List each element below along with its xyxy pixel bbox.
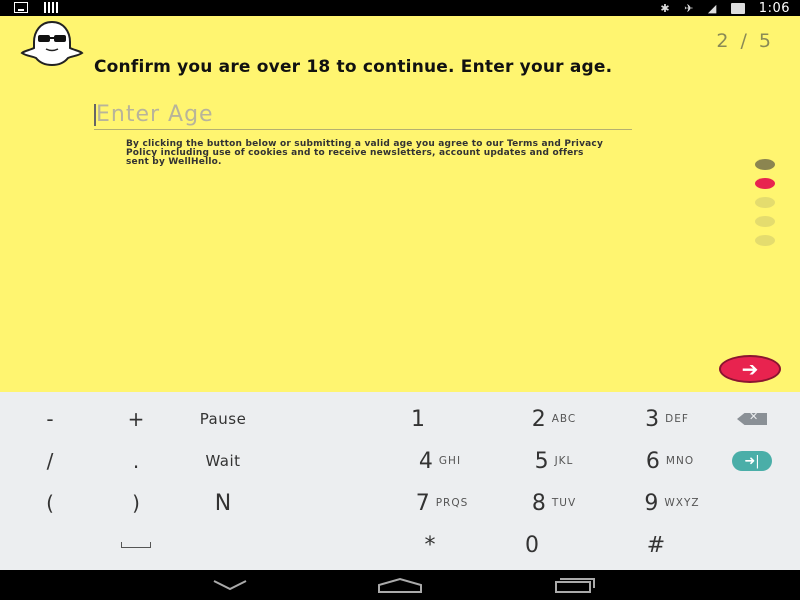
key-asterisk[interactable]: * xyxy=(380,525,480,565)
progress-dot-5 xyxy=(755,235,775,246)
clock: 1:06 xyxy=(758,0,790,16)
arrow-right-icon: ➔ xyxy=(741,358,759,381)
key-9[interactable]: 9 WXYZ xyxy=(622,483,722,523)
mute-icon: ✈ xyxy=(684,2,694,15)
next-button[interactable]: ➔ xyxy=(719,355,781,383)
key-pause[interactable]: Pause xyxy=(173,399,273,439)
bluetooth-icon: ✱ xyxy=(660,2,671,15)
key-open-paren[interactable]: ( xyxy=(0,483,100,523)
text-cursor xyxy=(94,104,96,126)
recents-button[interactable] xyxy=(542,575,602,595)
signal-bars-icon xyxy=(44,2,60,13)
wifi-icon: ◢ xyxy=(707,2,717,15)
key-hash[interactable]: # xyxy=(606,525,706,565)
progress-dot-2 xyxy=(755,178,775,189)
key-4[interactable]: 4 GHI xyxy=(390,441,490,481)
navigation-bar xyxy=(0,570,800,600)
key-minus[interactable]: - xyxy=(0,399,100,439)
home-button[interactable] xyxy=(370,575,430,595)
recents-icon xyxy=(555,578,595,593)
status-bar: ✱ ✈ ◢ 1:06 xyxy=(0,0,800,16)
key-0[interactable]: 0 xyxy=(482,525,582,565)
key-wait[interactable]: Wait xyxy=(173,441,273,481)
download-icon xyxy=(14,2,28,13)
key-7[interactable]: 7 PRQS xyxy=(392,483,492,523)
status-bar-right: ✱ ✈ ◢ 1:06 xyxy=(660,0,790,16)
key-space[interactable] xyxy=(86,525,186,565)
key-1[interactable]: 1 xyxy=(368,399,468,439)
progress-dot-4 xyxy=(755,216,775,227)
space-icon xyxy=(121,542,151,548)
key-close-paren[interactable]: ) xyxy=(86,483,186,523)
key-5[interactable]: 5 JKL xyxy=(504,441,604,481)
key-slash[interactable]: / xyxy=(0,441,100,481)
status-bar-left xyxy=(14,2,60,13)
ghost-sunglasses-icon xyxy=(20,20,84,67)
home-icon xyxy=(378,577,422,593)
progress-dot-3 xyxy=(755,197,775,208)
key-8[interactable]: 8 TUV xyxy=(504,483,604,523)
age-gate-screen: 2 / 5 Confirm you are over 18 to continu… xyxy=(0,16,800,392)
back-chevron-icon xyxy=(213,580,247,591)
key-period[interactable]: . xyxy=(86,441,186,481)
key-plus[interactable]: + xyxy=(86,399,186,439)
backspace-icon: ✕ xyxy=(737,413,767,425)
disclaimer-text: By clicking the button below or submitti… xyxy=(126,139,604,167)
enter-next-icon: ➜| xyxy=(732,451,772,471)
key-2[interactable]: 2 ABC xyxy=(504,399,604,439)
page-title: Confirm you are over 18 to continue. Ent… xyxy=(94,57,613,77)
backspace-key[interactable]: ✕ xyxy=(702,399,800,439)
key-n[interactable]: N xyxy=(173,483,273,523)
step-counter: 2 / 5 xyxy=(716,30,774,52)
battery-icon xyxy=(730,2,745,14)
progress-dots xyxy=(755,159,775,246)
progress-dot-1 xyxy=(755,159,775,170)
enter-next-key[interactable]: ➜| xyxy=(702,441,800,481)
numeric-keyboard: - + Pause 1 2 ABC 3 DEF ✕ / . Wait 4 GHI 5J… xyxy=(0,392,800,570)
age-input[interactable] xyxy=(94,100,632,130)
back-button[interactable] xyxy=(200,575,260,595)
